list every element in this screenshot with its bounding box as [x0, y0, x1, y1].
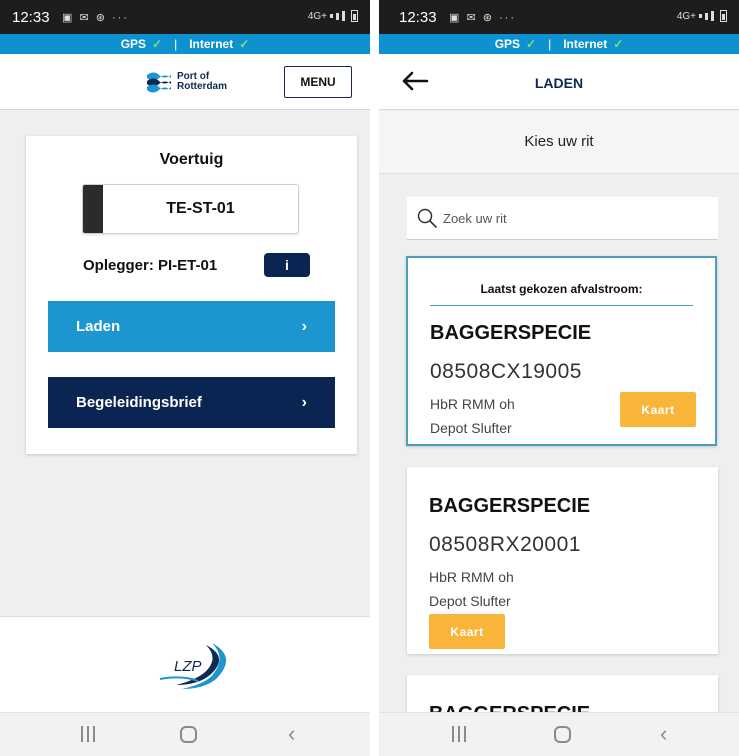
ride-code: 08508CX19005	[430, 360, 582, 383]
chevron-right-icon: ›	[301, 393, 307, 411]
network-type: 4G+	[676, 10, 696, 22]
status-bar: 12:33 ▣ ✉ ⊛ ··· 4G+	[0, 0, 370, 34]
app-header: Port of Rotterdam MENU	[0, 54, 370, 110]
status-bar: 12:33 ▣ ✉ ⊛ ··· 4G+	[379, 0, 739, 34]
footer: LZP	[0, 616, 370, 712]
battery-icon	[720, 10, 727, 22]
separator: |	[548, 37, 552, 51]
internet-label: Internet	[563, 37, 608, 51]
status-time: 12:33	[12, 9, 50, 26]
begeleidingsbrief-button[interactable]: Begeleidingsbrief ›	[48, 377, 335, 428]
laden-button[interactable]: Laden ›	[48, 301, 335, 352]
signal-battery-icons: 4G+	[308, 10, 358, 22]
search-input[interactable]	[443, 201, 703, 235]
home-icon[interactable]	[180, 726, 197, 743]
brand-line-2: Rotterdam	[177, 81, 228, 92]
left-screen: 12:33 ▣ ✉ ⊛ ··· 4G+ GPS ✓ | Internet ✓ P…	[0, 0, 370, 756]
plate-strip	[83, 185, 103, 233]
system-nav-bar: ‹	[379, 712, 739, 756]
check-icon: ✓	[239, 37, 250, 51]
signal-battery-icons: 4G+	[677, 10, 727, 22]
home-icon[interactable]	[554, 726, 571, 743]
page-title: LADEN	[534, 75, 584, 91]
ride-location-line-2: Depot Slufter	[430, 420, 512, 436]
internet-label: Internet	[189, 37, 234, 51]
ride-code: 08508RX20001	[429, 533, 581, 556]
license-plate: TE-ST-01	[82, 184, 299, 234]
system-nav-bar: ‹	[0, 712, 370, 756]
trailer-label: Oplegger: PI-ET-01	[83, 257, 218, 274]
search-icon	[417, 208, 437, 228]
subheader: Kies uw rit	[379, 111, 739, 174]
battery-icon	[351, 10, 358, 22]
notification-icons: ▣ ✉ ⊛ ···	[449, 12, 516, 24]
recents-icon[interactable]	[452, 726, 466, 742]
right-screen: 12:33 ▣ ✉ ⊛ ··· 4G+ GPS ✓ | Internet ✓ L…	[379, 0, 739, 756]
chevron-right-icon: ›	[301, 317, 307, 335]
ride-type: BAGGERSPECIE	[430, 322, 592, 344]
last-chosen-ride-card[interactable]: Laatst gekozen afvalstroom: BAGGERSPECIE…	[406, 256, 717, 446]
plate-number: TE-ST-01	[166, 200, 235, 217]
kaart-button[interactable]: Kaart	[620, 392, 696, 427]
recents-icon[interactable]	[81, 726, 95, 742]
notification-icons: ▣ ✉ ⊛ ···	[62, 12, 129, 24]
screen-divider	[370, 0, 379, 756]
separator: |	[174, 37, 178, 51]
gps-label: GPS	[120, 37, 147, 51]
check-icon: ✓	[152, 37, 163, 51]
network-type: 4G+	[307, 10, 327, 22]
back-icon[interactable]: ‹	[288, 723, 295, 745]
page-header: LADEN	[379, 54, 739, 110]
vehicle-card: Voertuig TE-ST-01 Oplegger: PI-ET-01 i L…	[26, 136, 357, 454]
port-logo-icon	[147, 72, 171, 93]
vehicle-title: Voertuig	[159, 151, 224, 168]
port-of-rotterdam-logo: Port of Rotterdam	[145, 70, 227, 94]
subheader-text: Kies uw rit	[524, 133, 594, 150]
connectivity-bar: GPS ✓ | Internet ✓	[0, 34, 370, 54]
connectivity-bar: GPS ✓ | Internet ✓	[379, 34, 739, 54]
status-time: 12:33	[399, 9, 437, 26]
search-box[interactable]	[407, 197, 718, 240]
check-icon: ✓	[526, 37, 537, 51]
signal-icon	[699, 14, 702, 18]
ride-location-line-2: Depot Slufter	[429, 593, 511, 609]
ride-location-line-1: HbR RMM oh	[429, 569, 514, 585]
signal-icon	[330, 14, 333, 18]
ride-location-line-1: HbR RMM oh	[430, 396, 515, 412]
back-icon[interactable]: ‹	[660, 723, 667, 745]
kaart-button[interactable]: Kaart	[429, 614, 505, 649]
svg-text:LZP: LZP	[174, 658, 202, 675]
begeleidingsbrief-label: Begeleidingsbrief	[76, 394, 202, 411]
ride-type: BAGGERSPECIE	[429, 495, 591, 517]
ride-card[interactable]: BAGGERSPECIE 08508RX20001 HbR RMM oh Dep…	[407, 467, 718, 654]
divider	[430, 305, 693, 306]
check-icon: ✓	[613, 37, 624, 51]
lzp-logo-icon: LZP	[159, 643, 227, 689]
laden-label: Laden	[76, 318, 121, 335]
menu-button[interactable]: MENU	[284, 66, 352, 98]
gps-label: GPS	[494, 37, 521, 51]
info-button[interactable]: i	[264, 253, 310, 277]
last-chosen-label: Laatst gekozen afvalstroom:	[480, 282, 643, 296]
